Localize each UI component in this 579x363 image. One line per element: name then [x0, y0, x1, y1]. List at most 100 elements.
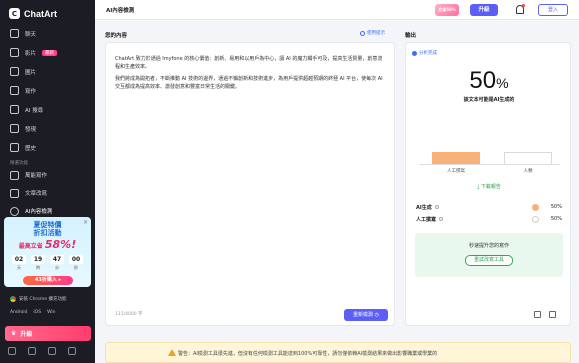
pen-icon	[10, 86, 19, 95]
chart-bar	[432, 152, 480, 164]
sale-tag[interactable]: 立省58%	[435, 4, 459, 16]
rewrite-icon	[10, 188, 19, 198]
platform-links: Android iOS Win	[10, 310, 56, 315]
output-panel: 分析完成 50% 該文本可能是AI生成的 人工撰寫 人類 ⤓ 下載報告 AI生成 …	[405, 42, 571, 326]
row-name: AI生成	[416, 204, 432, 211]
chat-icon	[10, 29, 19, 38]
countdown-unit: 天	[17, 265, 21, 270]
sidebar-item-label: AI 搜尋	[25, 107, 44, 114]
top-header: AI內容檢測 立省58% 升級 登入	[95, 0, 579, 20]
gift-icon[interactable]	[28, 347, 36, 355]
warning-banner: 警告：AI檢測工具很先進，但沒有任何檢測工具能達到100%可靠性，請勿僅依賴AI…	[105, 342, 571, 363]
sidebar-item-label: 聊天	[25, 31, 37, 38]
sidebar-item-label: 萬能寫作	[25, 173, 48, 179]
chart-bar	[504, 152, 552, 164]
try-rewrite-button[interactable]: 重試改寫工具	[465, 255, 513, 266]
sidebar-item-label: 圖片	[25, 69, 37, 76]
crown-icon: ♛	[11, 330, 17, 337]
countdown-unit: 分	[55, 265, 59, 270]
countdown-timer: 02 天 19 時 47 分 00 秒	[12, 255, 83, 271]
notification-dot	[522, 4, 525, 7]
upgrade-label: 升級	[20, 331, 33, 338]
logo-icon: C	[9, 8, 20, 19]
header-upgrade-button[interactable]: 升級	[470, 4, 498, 16]
countdown-hours: 19 時	[31, 255, 45, 271]
check-icon	[10, 206, 19, 216]
thumbs-up-icon[interactable]	[534, 311, 541, 318]
sidebar-item-history[interactable]: 歷史	[0, 138, 95, 157]
sidebar-item-chat[interactable]: 聊天	[0, 24, 95, 43]
bulb-icon	[360, 30, 365, 36]
sidebar: C ChatArt 聊天 影片 最新 圖片 寫作 AI 搜尋 發現 歷史 精選功能…	[0, 0, 95, 363]
promo-banner[interactable]: × 夏促特價 折扣活動 最高立省 58%! 02 天 19 時 47 分 00 秒 43…	[4, 217, 91, 287]
sidebar-item-label: AI內容檢測	[25, 209, 53, 215]
result-bar-chart: 人工撰寫 人類	[420, 123, 560, 177]
countdown-minutes: 47 分	[50, 255, 64, 271]
analysis-status: 分析完成	[412, 50, 437, 56]
countdown-seconds: 00 秒	[69, 255, 83, 271]
info-icon[interactable]	[439, 217, 444, 221]
app-logo[interactable]: C ChatArt	[9, 8, 57, 19]
tips-label: 使用提示	[367, 31, 385, 36]
row-name: 人工撰寫	[416, 216, 437, 223]
countdown-unit: 時	[36, 265, 40, 270]
download-label: 下載報告	[480, 184, 501, 190]
row-value: 50%	[550, 204, 562, 210]
redetect-button[interactable]: 重新檢測 ◷	[344, 309, 388, 321]
promo-sale: 最高立省 58%!	[4, 238, 91, 251]
promo-sale-value: 58%!	[44, 238, 77, 251]
sidebar-footer	[8, 347, 76, 355]
chart-category-label: 人工撰寫	[447, 169, 465, 174]
human-written-row: 人工撰寫 50%	[416, 215, 562, 223]
login-button[interactable]: 登入	[538, 4, 568, 16]
compass-icon	[10, 124, 19, 133]
chart-axis	[420, 164, 560, 165]
sidebar-item-label: 文章改寫	[25, 191, 48, 197]
image-icon	[10, 67, 19, 76]
content-paragraph: ChatArt 致力於通過 Imyfone 的核心價值：創新、易用和以用戶為中心…	[115, 56, 383, 70]
improve-writing-card: 秒速提升您的寫作 重試改寫工具	[415, 233, 563, 277]
sidebar-item-image[interactable]: 圖片	[0, 62, 95, 81]
sidebar-item-rewrite[interactable]: 文章改寫	[0, 184, 95, 202]
ai-generated-row: AI生成 50%	[416, 203, 562, 211]
sidebar-item-label: 寫作	[25, 88, 37, 95]
usage-tips-link[interactable]: 使用提示	[360, 30, 385, 36]
search-icon	[10, 105, 19, 114]
android-link[interactable]: Android	[10, 310, 27, 315]
promo-buy-button[interactable]: 43折購入 ▸	[23, 276, 73, 285]
sidebar-item-label: 歷史	[25, 145, 37, 152]
warning-text: 警告：AI檢測工具很先進，但沒有任何檢測工具能達到100%可靠性，請勿僅依賴AI…	[178, 351, 438, 357]
countdown-days: 02 天	[12, 255, 26, 271]
windows-link[interactable]: Win	[47, 310, 55, 315]
color-dot	[532, 215, 539, 223]
status-label: 分析完成	[419, 51, 437, 56]
discord-icon[interactable]	[48, 347, 56, 355]
ai-percentage: 50%	[406, 67, 572, 95]
check-circle-icon	[412, 50, 417, 56]
install-chrome-extension[interactable]: 安裝 Chrome 擴充功能	[10, 296, 67, 302]
ios-link[interactable]: iOS	[33, 310, 41, 315]
feature-nav: 萬能寫作 文章改寫 AI內容檢測	[0, 166, 95, 220]
promo-title-line2: 折扣活動	[33, 229, 62, 237]
sidebar-item-video[interactable]: 影片 最新	[0, 43, 95, 62]
mail-icon[interactable]	[8, 347, 16, 355]
info-icon[interactable]	[434, 205, 439, 209]
content-textarea[interactable]: ChatArt 致力於通過 Imyfone 的核心價值：創新、易用和以用戶為中心…	[115, 55, 385, 95]
output-panel-label: 輸出	[405, 33, 417, 39]
warning-icon	[168, 349, 176, 356]
countdown-number: 02	[12, 255, 26, 264]
sidebar-item-ai-search[interactable]: AI 搜尋	[0, 100, 95, 119]
feedback-buttons	[534, 311, 556, 318]
sidebar-item-discover[interactable]: 發現	[0, 119, 95, 138]
input-panel[interactable]: ChatArt 致力於通過 Imyfone 的核心價值：創新、易用和以用戶為中心…	[105, 42, 395, 326]
promo-title: 夏促特價 折扣活動	[4, 221, 91, 237]
chrome-icon	[10, 296, 16, 302]
percent-value: 50	[469, 67, 497, 94]
download-report-link[interactable]: ⤓ 下載報告	[406, 183, 572, 190]
sidebar-item-universal-writing[interactable]: 萬能寫作	[0, 166, 95, 184]
thumbs-down-icon[interactable]	[549, 311, 556, 318]
sidebar-item-writing[interactable]: 寫作	[0, 81, 95, 100]
settings-icon[interactable]	[68, 347, 76, 355]
chart-category-label: 人類	[523, 169, 533, 174]
sidebar-upgrade-button[interactable]: ♛ 升級	[5, 326, 91, 341]
